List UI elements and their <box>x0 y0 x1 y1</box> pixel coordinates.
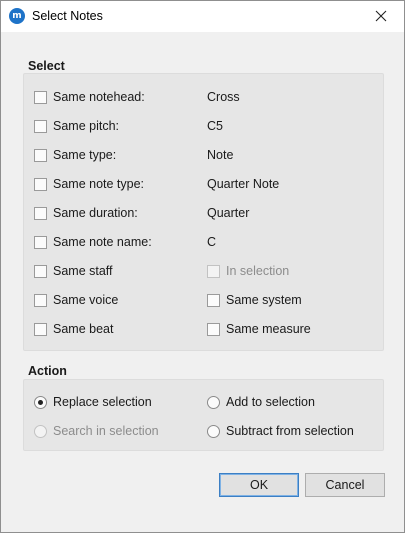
radio-label: Replace selection <box>53 395 152 409</box>
note-type-value: Quarter Note <box>207 177 280 191</box>
checkbox-box[interactable] <box>34 293 47 307</box>
notehead-value: Cross <box>207 90 240 104</box>
checkbox-box[interactable] <box>207 293 220 307</box>
radio-label: Add to selection <box>226 395 315 409</box>
checkbox-same-type[interactable]: Same type: <box>34 146 116 164</box>
checkbox-same-measure[interactable]: Same measure <box>207 320 311 338</box>
checkbox-same-pitch[interactable]: Same pitch: <box>34 117 119 135</box>
checkbox-label: Same beat <box>53 322 114 336</box>
checkbox-same-voice[interactable]: Same voice <box>34 291 118 309</box>
close-icon <box>375 10 387 22</box>
radio-replace-selection[interactable]: Replace selection <box>34 393 152 411</box>
ok-button[interactable]: OK <box>219 473 299 497</box>
checkbox-same-duration[interactable]: Same duration: <box>34 204 138 222</box>
checkbox-box[interactable] <box>34 148 47 162</box>
window-title: Select Notes <box>32 9 103 23</box>
radio-dot <box>34 424 47 438</box>
checkbox-box[interactable] <box>34 322 47 336</box>
action-group-box <box>23 379 384 451</box>
radio-dot[interactable] <box>207 395 220 409</box>
type-value: Note <box>207 148 234 162</box>
checkbox-label: Same notehead: <box>53 90 145 104</box>
checkbox-same-note-name[interactable]: Same note name: <box>34 233 152 251</box>
cancel-button[interactable]: Cancel <box>305 473 385 497</box>
checkbox-box[interactable] <box>34 206 47 220</box>
select-group-title: Select <box>28 59 71 73</box>
radio-add-to-selection[interactable]: Add to selection <box>207 393 315 411</box>
checkbox-same-system[interactable]: Same system <box>207 291 302 309</box>
checkbox-same-note-type[interactable]: Same note type: <box>34 175 144 193</box>
checkbox-same-beat[interactable]: Same beat <box>34 320 113 338</box>
radio-dot[interactable] <box>207 424 220 438</box>
checkbox-label: Same pitch: <box>53 119 120 133</box>
checkbox-box <box>207 264 220 278</box>
checkbox-box[interactable] <box>34 119 47 133</box>
radio-subtract-from-selection[interactable]: Subtract from selection <box>207 422 354 440</box>
checkbox-label: Same system <box>226 293 302 307</box>
radio-label: Search in selection <box>53 424 159 438</box>
checkbox-box[interactable] <box>207 322 220 336</box>
checkbox-same-notehead[interactable]: Same notehead: <box>34 88 145 106</box>
radio-dot[interactable] <box>34 395 47 409</box>
checkbox-label: Same note name: <box>53 235 152 249</box>
checkbox-box[interactable] <box>34 177 47 191</box>
checkbox-box[interactable] <box>34 264 47 278</box>
checkbox-label: Same staff <box>53 264 113 278</box>
action-group-title: Action <box>28 364 73 378</box>
checkbox-label: Same measure <box>226 322 311 336</box>
musescore-icon: m <box>9 8 25 24</box>
checkbox-box[interactable] <box>34 235 47 249</box>
checkbox-label: In selection <box>226 264 290 278</box>
title-bar: m Select Notes <box>1 1 404 32</box>
pitch-value: C5 <box>207 119 223 133</box>
checkbox-in-selection: In selection <box>207 262 289 280</box>
select-notes-dialog: m Select Notes Select Same notehead: Cro… <box>0 0 405 533</box>
checkbox-label: Same voice <box>53 293 119 307</box>
checkbox-same-staff[interactable]: Same staff <box>34 262 113 280</box>
duration-value: Quarter <box>207 206 250 220</box>
checkbox-label: Same type: <box>53 148 117 162</box>
close-button[interactable] <box>358 1 404 32</box>
checkbox-label: Same duration: <box>53 206 138 220</box>
note-name-value: C <box>207 235 217 249</box>
checkbox-label: Same note type: <box>53 177 145 191</box>
radio-search-in-selection: Search in selection <box>34 422 159 440</box>
radio-label: Subtract from selection <box>226 424 354 438</box>
checkbox-box[interactable] <box>34 90 47 104</box>
